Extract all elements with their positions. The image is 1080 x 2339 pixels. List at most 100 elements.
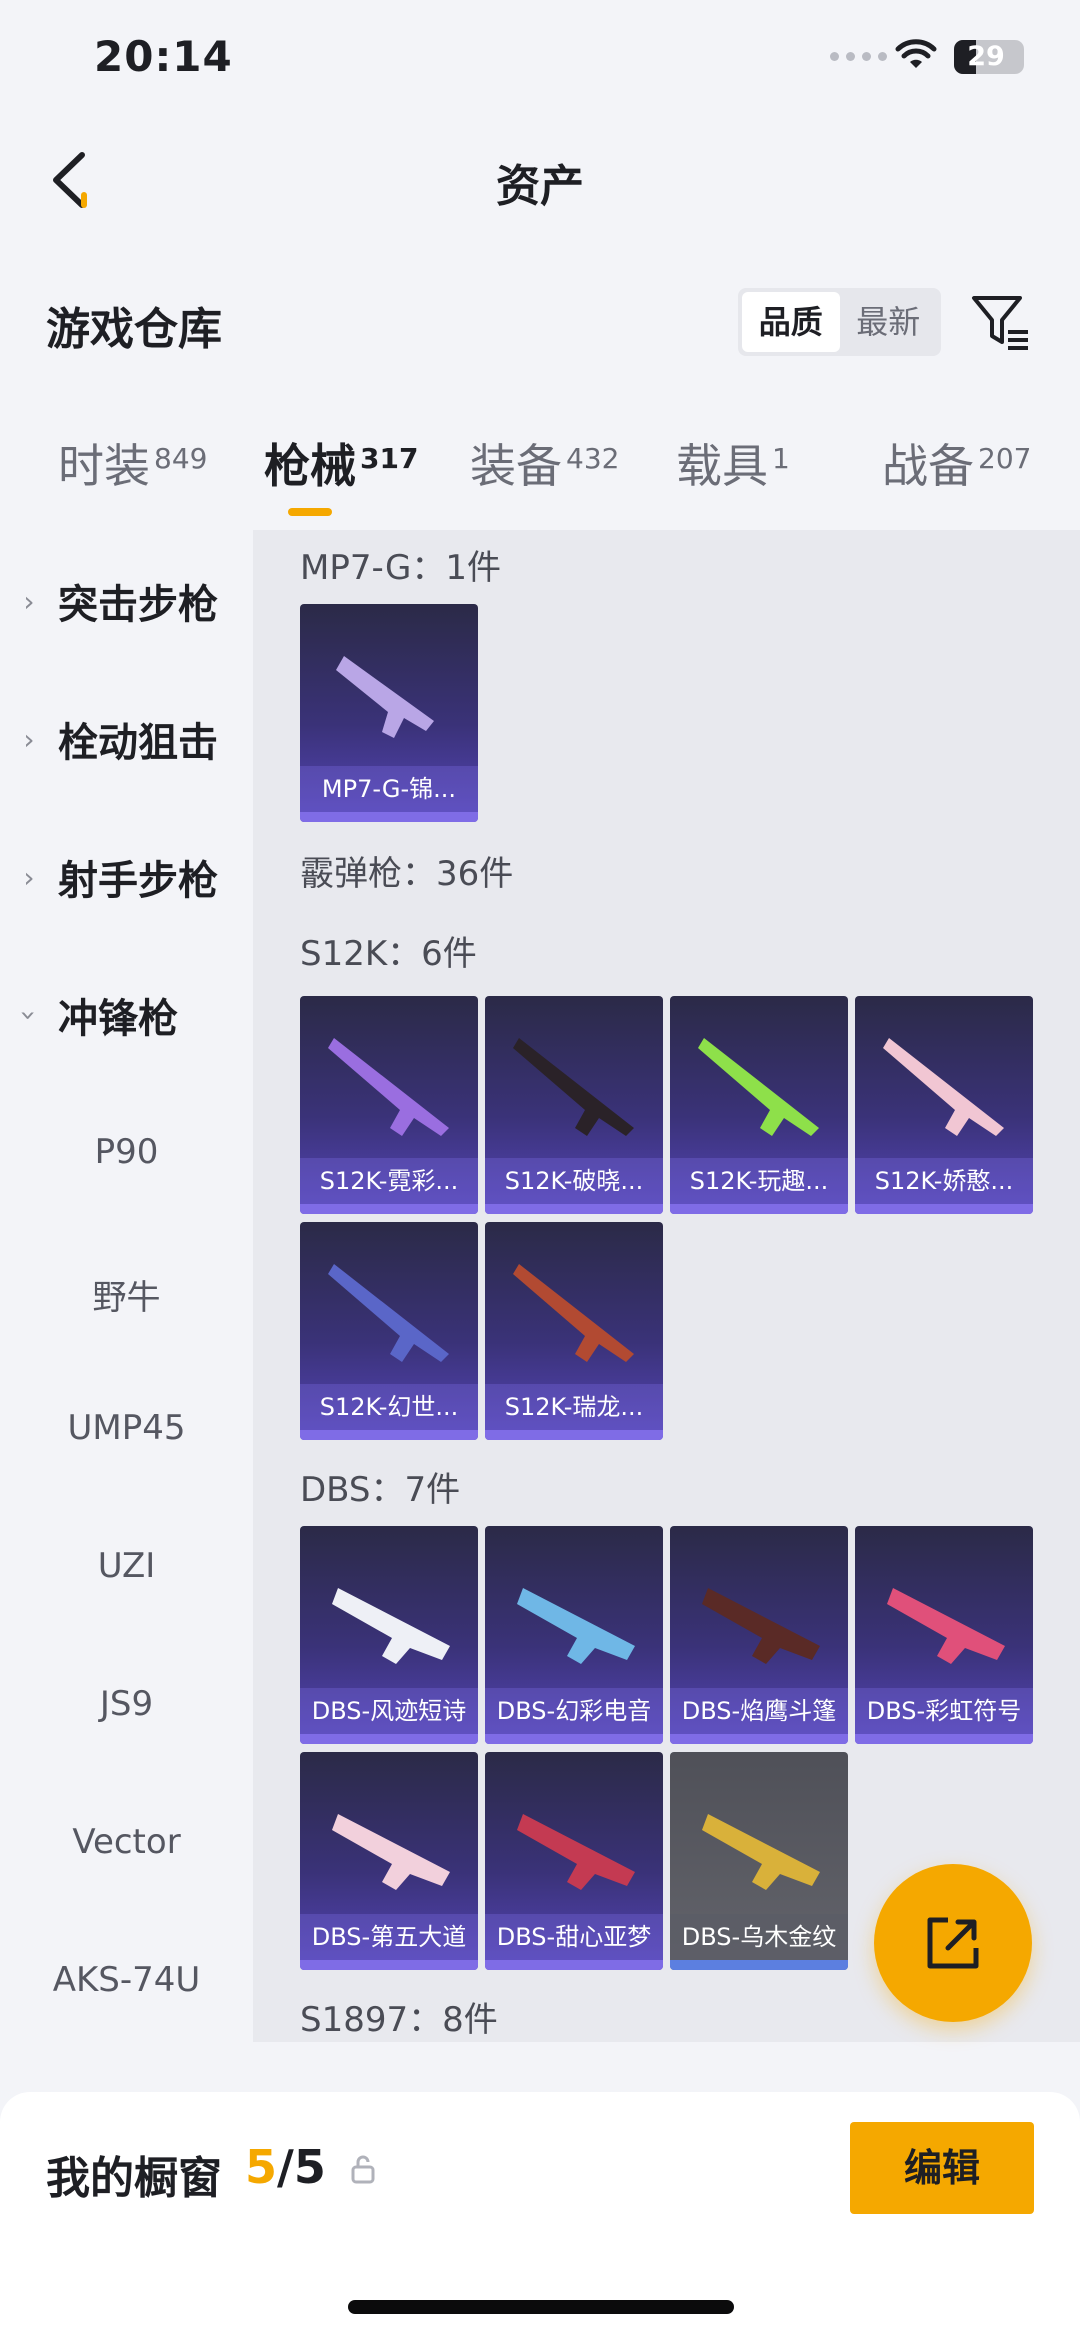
item-grid-panel: MP7-G：1件 MP7-G-锦... 霰弹枪：36件 S12K：6件 S12K…: [253, 530, 1080, 2042]
showcase-total: /5: [277, 2140, 326, 2194]
battery-level: 29: [967, 41, 1005, 72]
section-header-dbs: DBS：7件: [300, 1470, 461, 1510]
item-card[interactable]: MP7-G-锦...: [300, 604, 478, 822]
share-button[interactable]: [874, 1864, 1032, 2022]
clock: 20:14: [94, 32, 233, 81]
section-header-mp7: MP7-G：1件: [300, 548, 501, 588]
sidebar-sub-bison[interactable]: 野牛: [0, 1270, 253, 1319]
sidebar-item-label: 冲锋枪: [58, 996, 178, 1042]
tab-label: 载具: [676, 439, 768, 493]
category-tabs: 时装 849 枪械 317 装备 432 载具 1 战备 207: [0, 430, 1080, 520]
sidebar-sub-vector[interactable]: Vector: [0, 1822, 253, 1862]
item-card[interactable]: DBS-第五大道: [300, 1752, 478, 1970]
item-name: DBS-幻彩电音: [485, 1688, 663, 1734]
showcase-current: 5: [245, 2140, 278, 2194]
chevron-right-icon: ›: [23, 584, 35, 618]
tab-label: 装备: [470, 439, 562, 493]
sidebar-item-bolt-sniper[interactable]: › 栓动狙击: [0, 699, 253, 779]
item-name: S12K-玩趣...: [670, 1158, 848, 1204]
weapon-skin-image: [517, 1814, 635, 1890]
showcase-title: 我的橱窗: [46, 2153, 222, 2204]
item-name: DBS-风迹短诗: [300, 1688, 478, 1734]
tab-fashion[interactable]: 时装 849: [58, 430, 207, 496]
battery-icon: 29: [954, 40, 1024, 74]
sort-quality-button[interactable]: 品质: [742, 292, 840, 352]
sidebar-sub-js9[interactable]: JS9: [0, 1684, 253, 1724]
item-name: S12K-霓彩...: [300, 1158, 478, 1204]
weapon-skin-image: [328, 1264, 449, 1362]
nav-header: 资产: [0, 110, 1080, 250]
sidebar-sub-aks74u[interactable]: AKS-74U: [0, 1960, 253, 2000]
sidebar-item-smg[interactable]: › 冲锋枪: [0, 975, 253, 1055]
tab-firearms[interactable]: 枪械 317: [264, 430, 418, 496]
item-name: S12K-幻世...: [300, 1384, 478, 1430]
item-card[interactable]: S12K-娇憨...: [855, 996, 1033, 1214]
weapon-skin-image: [883, 1038, 1004, 1136]
warehouse-title: 游戏仓库: [46, 304, 222, 355]
item-name: DBS-乌木金纹: [670, 1914, 848, 1960]
signal-icon: [830, 52, 887, 61]
weapon-skin-image: [336, 656, 434, 738]
home-indicator: [348, 2300, 734, 2314]
active-tab-indicator: [288, 508, 332, 516]
item-name: DBS-焰鹰斗篷: [670, 1688, 848, 1734]
item-card[interactable]: DBS-焰鹰斗篷: [670, 1526, 848, 1744]
weapon-skin-image: [332, 1588, 450, 1664]
item-name: DBS-彩虹符号: [855, 1688, 1033, 1734]
tab-vehicles[interactable]: 载具 1: [676, 430, 790, 496]
item-name: S12K-瑞龙...: [485, 1384, 663, 1430]
sidebar-item-assault-rifle[interactable]: › 突击步枪: [0, 561, 253, 641]
tab-supplies[interactable]: 战备 207: [882, 430, 1031, 496]
external-link-icon: [927, 1917, 979, 1969]
item-card[interactable]: S12K-幻世...: [300, 1222, 478, 1440]
item-name: DBS-甜心亚梦: [485, 1914, 663, 1960]
item-card[interactable]: S12K-破晓...: [485, 996, 663, 1214]
sidebar-sub-p90[interactable]: P90: [0, 1132, 253, 1172]
item-card[interactable]: S12K-玩趣...: [670, 996, 848, 1214]
section-header-s12k: S12K：6件: [300, 934, 477, 974]
item-card[interactable]: DBS-乌木金纹: [670, 1752, 848, 1970]
sidebar-item-label: 突击步枪: [58, 582, 218, 628]
sort-toggle: 品质 最新: [738, 288, 941, 356]
item-card[interactable]: S12K-霓彩...: [300, 996, 478, 1214]
weapon-skin-image: [702, 1588, 820, 1664]
weapon-skin-image: [332, 1814, 450, 1890]
filter-icon[interactable]: [968, 290, 1032, 354]
tab-label: 战备: [882, 439, 974, 493]
tab-label: 枪械: [264, 439, 356, 493]
tab-count: 849: [154, 442, 208, 475]
item-name: S12K-破晓...: [485, 1158, 663, 1204]
chevron-down-icon: ›: [12, 1009, 46, 1021]
showcase-count: 5/5: [245, 2140, 326, 2194]
sort-latest-button[interactable]: 最新: [840, 292, 938, 352]
item-card[interactable]: DBS-风迹短诗: [300, 1526, 478, 1744]
item-name: MP7-G-锦...: [300, 766, 478, 812]
weapon-skin-image: [513, 1038, 634, 1136]
edit-button[interactable]: 编辑: [850, 2122, 1034, 2214]
weapon-category-sidebar: › 突击步枪 › 栓动狙击 › 射手步枪 › 冲锋枪 P90 野牛 UMP45 …: [0, 530, 253, 2040]
item-name: DBS-第五大道: [300, 1914, 478, 1960]
section-header-s1897: S1897：8件: [300, 2000, 498, 2040]
sidebar-sub-ump45[interactable]: UMP45: [0, 1408, 253, 1448]
tab-count: 432: [566, 442, 620, 475]
sidebar-sub-uzi[interactable]: UZI: [0, 1546, 253, 1586]
tab-count: 1: [772, 442, 790, 475]
item-card[interactable]: DBS-彩虹符号: [855, 1526, 1033, 1744]
tab-count: 207: [978, 442, 1032, 475]
tab-equipment[interactable]: 装备 432: [470, 430, 619, 496]
page-title: 资产: [496, 161, 584, 212]
sidebar-item-marksman-rifle[interactable]: › 射手步枪: [0, 837, 253, 917]
item-card[interactable]: DBS-甜心亚梦: [485, 1752, 663, 1970]
item-name: S12K-娇憨...: [855, 1158, 1033, 1204]
sidebar-item-label: 栓动狙击: [58, 720, 218, 766]
weapon-skin-image: [517, 1588, 635, 1664]
wifi-icon: [895, 39, 937, 68]
lock-icon: [351, 2155, 375, 2184]
weapon-skin-image: [328, 1038, 449, 1136]
status-bar: 20:14 29: [0, 0, 1080, 110]
weapon-skin-image: [887, 1588, 1005, 1664]
weapon-skin-image: [513, 1264, 634, 1362]
item-card[interactable]: DBS-幻彩电音: [485, 1526, 663, 1744]
item-card[interactable]: S12K-瑞龙...: [485, 1222, 663, 1440]
weapon-skin-image: [702, 1814, 820, 1890]
